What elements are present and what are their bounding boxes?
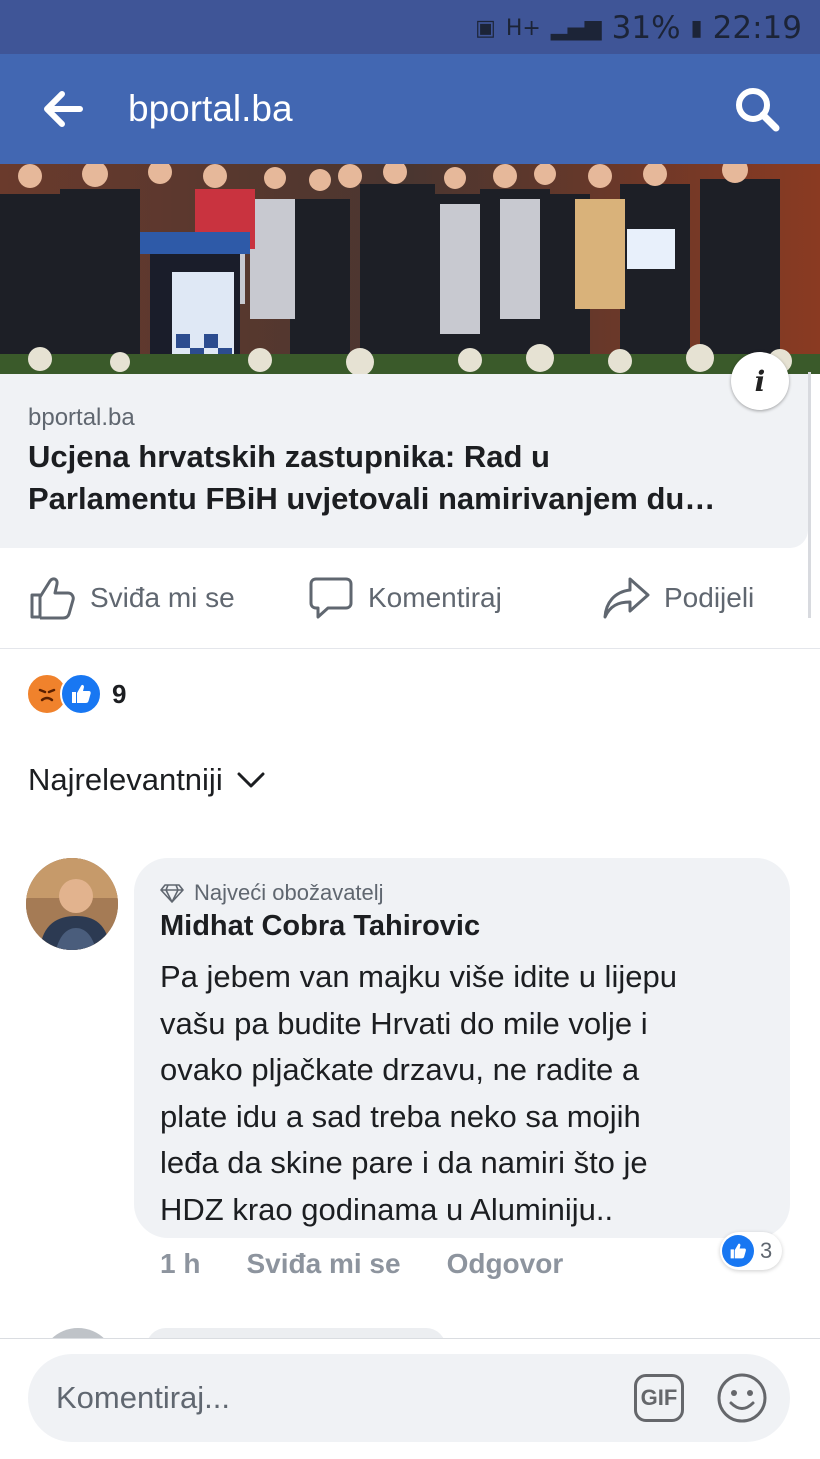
reaction-summary[interactable]: 9 — [26, 673, 127, 715]
comment-line: leđa da skine pare i da namiri što je — [160, 1145, 648, 1180]
search-button[interactable] — [732, 84, 782, 134]
link-preview-card[interactable]: bportal.ba Ucjena hrvatskih zastupnika: … — [0, 374, 808, 548]
comment-like-button[interactable]: Sviđa mi se — [246, 1248, 400, 1280]
like-button[interactable]: Sviđa mi se — [28, 560, 235, 636]
comment-line: ovako pljačkate drzavu, ne radite a — [160, 1052, 640, 1087]
chevron-down-icon — [237, 772, 265, 788]
link-title-line: Parlamentu FBiH uvjetovali namirivanjem … — [28, 481, 716, 516]
comment-time: 1 h — [160, 1248, 201, 1279]
arrow-left-icon — [44, 91, 83, 127]
link-preview-image[interactable] — [0, 164, 820, 374]
like-reaction-icon — [60, 673, 102, 715]
thumbs-up-icon — [30, 577, 75, 620]
comment-button[interactable]: Komentiraj — [308, 560, 502, 636]
share-label: Podijeli — [664, 582, 755, 613]
comment-line: plate idu a sad treba neko sa mojih — [160, 1098, 641, 1134]
post-actions: Sviđa mi se Komentiraj Podijeli — [0, 560, 820, 640]
group-photo — [0, 164, 820, 374]
comment-reaction-number: 3 — [760, 1238, 773, 1263]
divider — [0, 648, 820, 649]
info-icon: i — [754, 364, 766, 398]
status-bar: ▣ H+ ▂▄▆ 31% ▮ 22:19 — [0, 0, 820, 54]
comment-text: Pa jebem van majku više idite u lijepu v… — [160, 954, 780, 1233]
top-fan-badge: Najveći obožavatelj — [160, 880, 384, 906]
link-title-line: Ucjena hrvatskih zastupnika: Rad u — [28, 439, 550, 474]
comment-sort-dropdown[interactable]: Najrelevantniji — [28, 762, 267, 798]
comment-line: Pa jebem van majku više idite u lijepu — [160, 959, 677, 994]
comment-input-placeholder: Komentiraj... — [56, 1380, 231, 1415]
battery-icon: ▮ — [690, 15, 703, 41]
network-type: H+ — [505, 15, 541, 41]
share-button[interactable]: Podijeli — [602, 560, 754, 636]
comment-icon — [309, 577, 353, 619]
smiley-icon — [717, 1373, 767, 1423]
link-title: Ucjena hrvatskih zastupnika: Rad u Parla… — [28, 436, 798, 520]
comment-label: Komentiraj — [368, 582, 502, 613]
signal-icon: ▂▄▆ — [550, 15, 602, 41]
app-bar: bportal.ba — [0, 54, 820, 164]
comment-line: HDZ krao godinama u Aluminiju.. — [160, 1191, 614, 1227]
avatar-photo — [26, 858, 118, 950]
badge-label: Najveći obožavatelj — [194, 880, 384, 905]
comment-bubble[interactable]: Najveći obožavatelj Midhat Cobra Tahirov… — [134, 858, 790, 1238]
comment-meta: 1 h Sviđa mi se Odgovor — [160, 1244, 609, 1284]
search-icon — [736, 88, 780, 132]
avatar[interactable] — [26, 858, 118, 950]
clock: 22:19 — [712, 10, 802, 46]
comment-line: vašu pa budite Hrvati do mile volje i — [160, 1005, 648, 1041]
battery-saver-icon: ▣ — [475, 15, 496, 41]
gif-button[interactable]: GIF — [634, 1374, 684, 1422]
comment-author[interactable]: Midhat Cobra Tahirovic — [160, 910, 480, 943]
page-title: bportal.ba — [128, 88, 293, 129]
gif-label: GIF — [640, 1385, 678, 1410]
comment-reaction-count[interactable]: 3 — [720, 1232, 783, 1270]
like-reaction-icon — [722, 1235, 754, 1267]
emoji-button[interactable] — [716, 1372, 768, 1424]
back-button[interactable] — [40, 86, 86, 132]
share-icon — [603, 577, 650, 619]
like-label: Sviđa mi se — [90, 582, 235, 613]
comment-input[interactable]: Komentiraj... GIF — [28, 1354, 790, 1442]
info-button[interactable]: i — [731, 352, 789, 410]
reaction-count: 9 — [112, 678, 127, 709]
battery-percent: 31% — [611, 10, 681, 46]
link-domain: bportal.ba — [28, 404, 135, 431]
sort-label: Najrelevantniji — [28, 762, 223, 797]
diamond-icon — [160, 884, 184, 903]
comment-reply-button[interactable]: Odgovor — [447, 1248, 564, 1280]
